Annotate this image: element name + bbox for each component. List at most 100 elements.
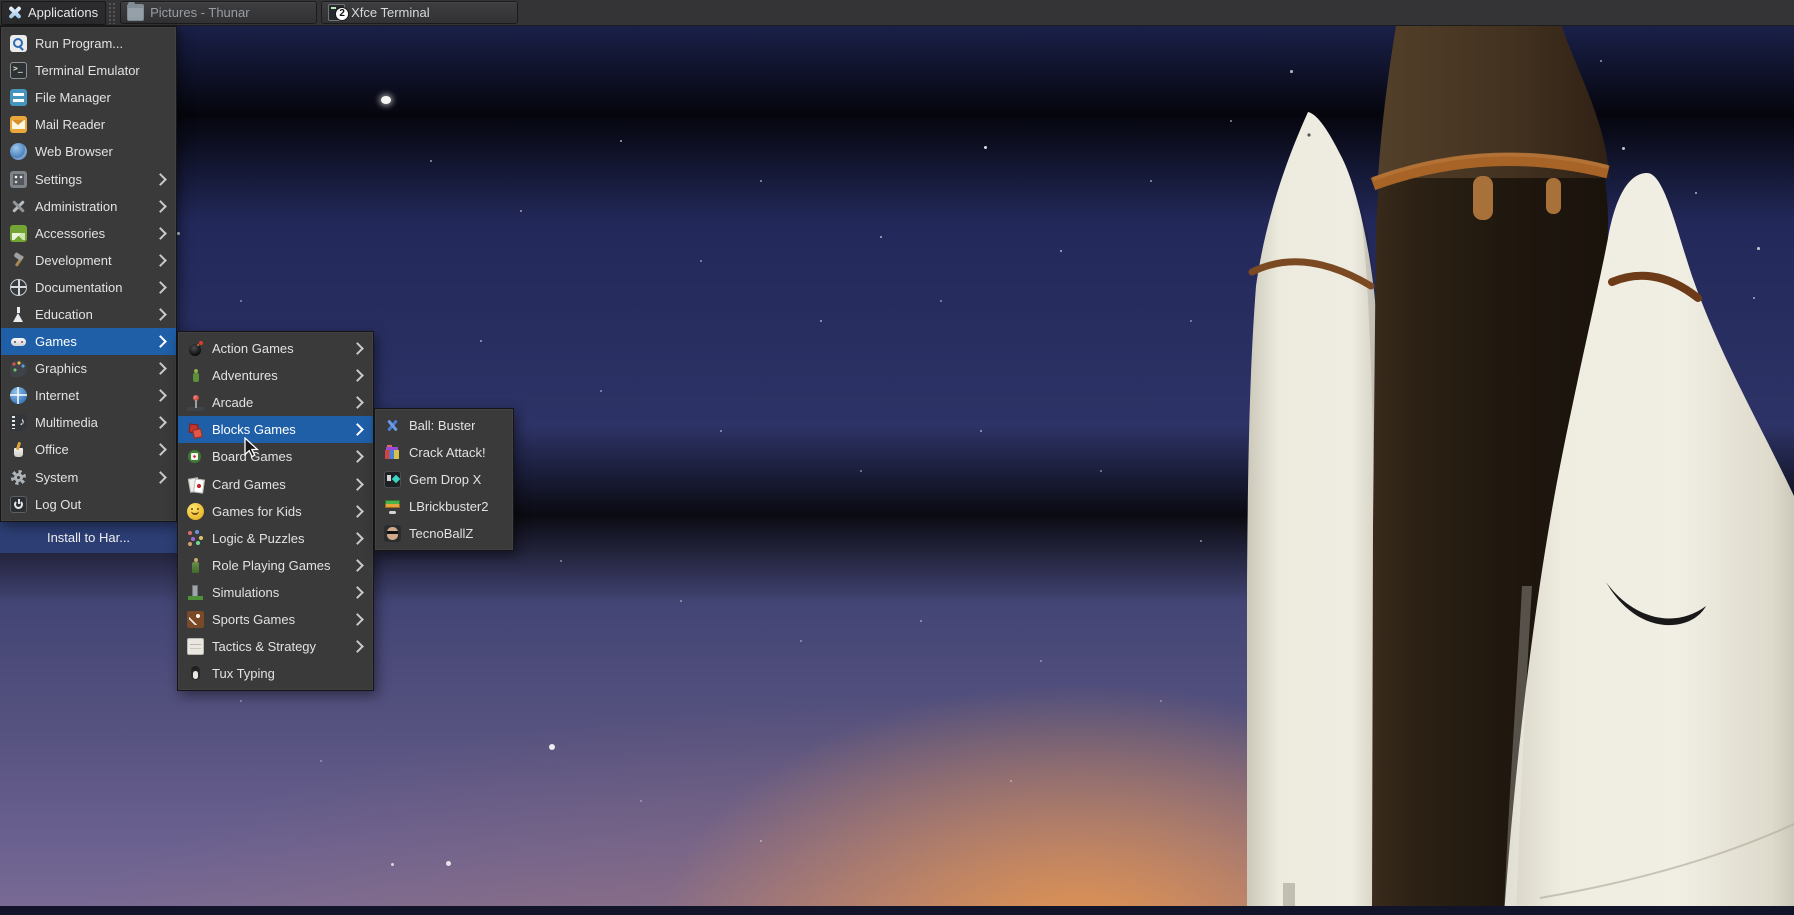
menu-item-label: Arcade: [212, 395, 253, 410]
star: [860, 470, 862, 472]
submenu-item-action-games[interactable]: Action Games: [178, 335, 373, 362]
board-games-icon: [187, 448, 204, 465]
tactics-strategy-icon: [187, 638, 204, 655]
mail-reader-icon: [10, 116, 27, 133]
star: [560, 560, 562, 562]
blocks-item-lbrickbuster2[interactable]: LBrickbuster2: [375, 493, 513, 520]
chevron-right-icon: [351, 532, 364, 545]
blocks-games-icon: [187, 421, 204, 438]
star: [240, 300, 242, 302]
menu-item-label: Crack Attack!: [409, 445, 486, 460]
menu-item-office[interactable]: Office: [1, 436, 176, 463]
menu-item-development[interactable]: Development: [1, 247, 176, 274]
menu-item-label: Tux Typing: [212, 666, 275, 681]
menu-item-label: Tactics & Strategy: [212, 639, 316, 654]
blocks-item-gem-drop-x[interactable]: Gem Drop X: [375, 466, 513, 493]
menu-item-label: Graphics: [35, 361, 87, 376]
chevron-right-icon: [154, 416, 167, 429]
menu-item-administration[interactable]: Administration: [1, 193, 176, 220]
administration-icon: [10, 198, 27, 215]
menu-item-settings[interactable]: Settings: [1, 165, 176, 192]
submenu-item-games-for-kids[interactable]: Games for Kids: [178, 498, 373, 525]
menu-item-run-program[interactable]: Run Program...: [1, 30, 176, 57]
menu-item-graphics[interactable]: Graphics: [1, 355, 176, 382]
chevron-right-icon: [154, 281, 167, 294]
star: [1060, 250, 1062, 252]
star: [391, 863, 394, 866]
submenu-item-adventures[interactable]: Adventures: [178, 362, 373, 389]
menu-item-label: Simulations: [212, 585, 279, 600]
role-playing-games-icon: [187, 557, 204, 574]
menu-item-label: System: [35, 470, 78, 485]
menu-item-log-out[interactable]: Log Out: [1, 491, 176, 518]
menu-item-file-manager[interactable]: File Manager: [1, 84, 176, 111]
menu-item-terminal-emulator[interactable]: Terminal Emulator: [1, 57, 176, 84]
submenu-item-tux-typing[interactable]: Tux Typing: [178, 660, 373, 687]
submenu-item-logic-puzzles[interactable]: Logic & Puzzles: [178, 525, 373, 552]
settings-icon: [10, 171, 27, 188]
window-button-pictures-thunar[interactable]: Pictures - Thunar: [120, 1, 317, 24]
submenu-item-simulations[interactable]: Simulations: [178, 579, 373, 606]
menu-item-label: Sports Games: [212, 612, 295, 627]
menu-item-label: Internet: [35, 388, 79, 403]
menu-item-accessories[interactable]: Accessories: [1, 220, 176, 247]
star: [680, 600, 682, 602]
star: [984, 146, 987, 149]
chevron-right-icon: [154, 389, 167, 402]
folder-icon: [127, 4, 144, 21]
internet-icon: [10, 387, 27, 404]
menu-item-internet[interactable]: Internet: [1, 382, 176, 409]
submenu-item-role-playing-games[interactable]: Role Playing Games: [178, 552, 373, 579]
menu-item-mail-reader[interactable]: Mail Reader: [1, 111, 176, 138]
menu-item-label: Ball: Buster: [409, 418, 475, 433]
star: [880, 236, 882, 238]
applications-button[interactable]: Applications: [1, 1, 106, 25]
adventures-icon: [187, 367, 204, 384]
menu-item-documentation[interactable]: Documentation: [1, 274, 176, 301]
star: [1190, 320, 1192, 322]
menu-item-label: Card Games: [212, 477, 286, 492]
star: [1160, 700, 1162, 702]
menu-item-label: Log Out: [35, 497, 81, 512]
submenu-item-card-games[interactable]: Card Games: [178, 470, 373, 497]
chevron-right-icon: [154, 308, 167, 321]
star: [177, 232, 180, 235]
window-button-xfce-terminal[interactable]: 2Xfce Terminal: [321, 1, 518, 24]
chevron-right-icon: [351, 396, 364, 409]
menu-item-label: Multimedia: [35, 415, 98, 430]
arcade-icon: [187, 394, 204, 411]
chevron-right-icon: [351, 423, 364, 436]
menu-item-web-browser[interactable]: Web Browser: [1, 138, 176, 165]
star: [480, 340, 482, 342]
blocks-item-crack-attack[interactable]: Crack Attack!: [375, 439, 513, 466]
menu-item-label: Role Playing Games: [212, 558, 331, 573]
panel-handle[interactable]: [108, 2, 116, 24]
action-games-icon: [187, 340, 204, 357]
blocks-item-tecnoballz[interactable]: TecnoBallZ: [375, 520, 513, 547]
star: [700, 260, 702, 262]
gem-drop-x-icon: [384, 471, 401, 488]
menu-item-system[interactable]: System: [1, 464, 176, 491]
ball-buster-icon: [384, 417, 401, 434]
menu-item-education[interactable]: Education: [1, 301, 176, 328]
star: [240, 700, 242, 702]
menu-item-multimedia[interactable]: Multimedia: [1, 409, 176, 436]
submenu-item-tactics-strategy[interactable]: Tactics & Strategy: [178, 633, 373, 660]
submenu-item-arcade[interactable]: Arcade: [178, 389, 373, 416]
submenu-item-board-games[interactable]: Board Games: [178, 443, 373, 470]
star: [430, 160, 432, 162]
menu-item-games[interactable]: Games: [1, 328, 176, 355]
chevron-right-icon: [351, 640, 364, 653]
blocks-item-ball-buster[interactable]: Ball: Buster: [375, 412, 513, 439]
star: [920, 620, 922, 622]
submenu-item-sports-games[interactable]: Sports Games: [178, 606, 373, 633]
menu-item-label: Settings: [35, 172, 82, 187]
chevron-right-icon: [351, 505, 364, 518]
chevron-right-icon: [154, 444, 167, 457]
star: [320, 760, 322, 762]
desktop-icon-label[interactable]: Install to Har...: [0, 522, 177, 553]
submenu-item-blocks-games[interactable]: Blocks Games: [178, 416, 373, 443]
menu-item-label: Games: [35, 334, 77, 349]
window-button-area: Pictures - Thunar2Xfce Terminal: [118, 0, 520, 25]
star: [1200, 540, 1202, 542]
